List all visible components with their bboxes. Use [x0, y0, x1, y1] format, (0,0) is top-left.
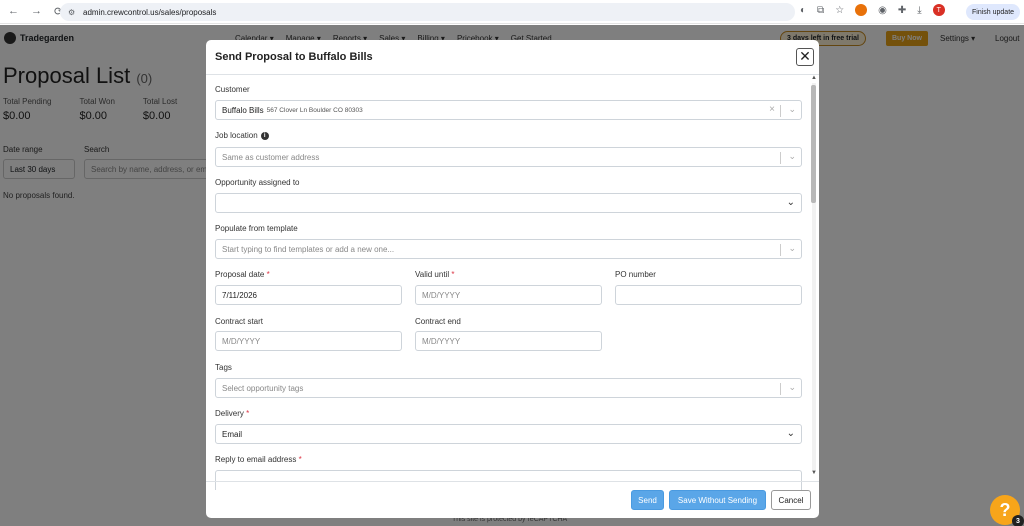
profile-icon[interactable]: T: [932, 4, 945, 16]
help-button[interactable]: ? 3: [990, 495, 1024, 526]
job-location-select[interactable]: Same as customer address ⌄: [215, 147, 802, 167]
job-location-label-wrap: Job location i: [215, 131, 269, 140]
required-mark: *: [266, 270, 270, 279]
save-without-sending-button[interactable]: Save Without Sending: [669, 490, 766, 510]
delivery-value: Email: [222, 429, 243, 439]
modal-scrollbar[interactable]: ▲ ▼: [810, 75, 818, 478]
required-mark: *: [298, 455, 302, 464]
chevron-down-icon[interactable]: ⌄: [788, 151, 796, 162]
customer-address: 567 Clover Ln Boulder CO 80303: [266, 106, 363, 114]
proposal-date-input[interactable]: 7/11/2026: [215, 285, 402, 305]
send-button[interactable]: Send: [631, 490, 664, 510]
template-placeholder: Start typing to find templates or add a …: [222, 244, 395, 254]
browser-toolbar: ← → ⟳ ⚙ admin.crewcontrol.us/sales/propo…: [0, 0, 1024, 24]
reply-email-label-wrap: Reply to email address *: [215, 455, 302, 464]
opportunity-label: Opportunity assigned to: [215, 178, 300, 187]
tags-select[interactable]: Select opportunity tags ⌄: [215, 378, 802, 398]
select-separator: [780, 152, 781, 164]
url-text: admin.crewcontrol.us/sales/proposals: [83, 7, 217, 17]
customer-label: Customer: [215, 85, 250, 94]
chevron-down-icon: ⌄: [786, 428, 795, 439]
required-mark: *: [451, 270, 455, 279]
required-mark: *: [246, 409, 250, 418]
valid-until-label-wrap: Valid until *: [415, 270, 454, 279]
tags-placeholder: Select opportunity tags: [222, 383, 304, 393]
scroll-down-icon[interactable]: ▼: [811, 470, 817, 476]
browser-actions: ◐ ⧉ ☆ ◉ ✚ ⤓ T: [800, 4, 945, 16]
select-separator: [780, 244, 781, 256]
delivery-label: Delivery: [215, 409, 244, 418]
proposal-date-label: Proposal date: [215, 270, 265, 279]
back-icon[interactable]: ←: [8, 5, 19, 18]
chevron-down-icon[interactable]: ⌄: [788, 104, 796, 115]
po-number-label: PO number: [615, 270, 656, 279]
valid-until-placeholder: M/D/YYYY: [422, 290, 461, 300]
template-select[interactable]: Start typing to find templates or add a …: [215, 239, 802, 259]
contract-end-placeholder: M/D/YYYY: [422, 336, 461, 346]
download-icon[interactable]: ⤓: [917, 5, 921, 16]
address-bar[interactable]: ⚙ admin.crewcontrol.us/sales/proposals: [60, 3, 795, 21]
valid-until-label: Valid until: [415, 270, 450, 279]
job-location-label: Job location: [215, 131, 258, 140]
help-badge: 3: [1012, 515, 1024, 526]
extensions-icon[interactable]: ✚: [898, 5, 906, 16]
clear-icon[interactable]: ×: [769, 104, 775, 115]
select-separator: [780, 383, 781, 395]
po-number-input[interactable]: [615, 285, 802, 305]
browser-nav: ← → ⟳: [0, 5, 63, 18]
template-label: Populate from template: [215, 224, 298, 233]
extension-avatar-icon[interactable]: [855, 4, 868, 16]
contract-end-label: Contract end: [415, 317, 461, 326]
opportunity-select[interactable]: ⌄: [215, 193, 802, 213]
select-separator: [780, 105, 781, 117]
chevron-down-icon[interactable]: ⌄: [788, 382, 796, 393]
delivery-select[interactable]: Email ⌄: [215, 424, 802, 444]
scroll-thumb[interactable]: [811, 85, 816, 203]
contract-end-input[interactable]: M/D/YYYY: [415, 331, 602, 351]
customer-select[interactable]: Buffalo Bills 567 Clover Ln Boulder CO 8…: [215, 100, 802, 120]
chevron-down-icon[interactable]: ⌄: [788, 243, 796, 254]
cancel-button[interactable]: Cancel: [771, 490, 811, 510]
install-icon[interactable]: ⧉: [817, 5, 824, 16]
star-icon[interactable]: ☆: [835, 5, 844, 16]
finish-update-button[interactable]: Finish update: [966, 4, 1021, 20]
valid-until-input[interactable]: M/D/YYYY: [415, 285, 602, 305]
forward-icon[interactable]: →: [31, 5, 42, 18]
camera-icon[interactable]: ◉: [878, 5, 887, 16]
send-proposal-modal: Send Proposal to Buffalo Bills ✕ Custome…: [206, 40, 819, 518]
modal-footer: Send Save Without Sending Cancel: [206, 481, 819, 518]
close-button[interactable]: ✕: [796, 48, 814, 66]
contract-start-input[interactable]: M/D/YYYY: [215, 331, 402, 351]
tags-label: Tags: [215, 363, 232, 372]
modal-body: Customer Buffalo Bills 567 Clover Ln Bou…: [206, 76, 819, 490]
proposal-date-value: 7/11/2026: [222, 290, 257, 300]
contract-start-placeholder: M/D/YYYY: [222, 336, 261, 346]
info-icon[interactable]: i: [260, 131, 269, 140]
modal-title: Send Proposal to Buffalo Bills: [215, 51, 373, 63]
site-info-icon[interactable]: ⚙: [68, 8, 77, 17]
translate-icon[interactable]: ◐: [800, 5, 806, 16]
customer-name: Buffalo Bills: [222, 105, 264, 115]
reply-email-label: Reply to email address: [215, 455, 297, 464]
contract-start-label: Contract start: [215, 317, 264, 326]
delivery-label-wrap: Delivery *: [215, 409, 249, 418]
modal-header: Send Proposal to Buffalo Bills ✕: [206, 40, 819, 75]
scroll-up-icon[interactable]: ▲: [811, 75, 817, 81]
chevron-down-icon: ⌄: [786, 197, 795, 208]
proposal-date-label-wrap: Proposal date *: [215, 270, 270, 279]
job-location-placeholder: Same as customer address: [222, 152, 320, 162]
